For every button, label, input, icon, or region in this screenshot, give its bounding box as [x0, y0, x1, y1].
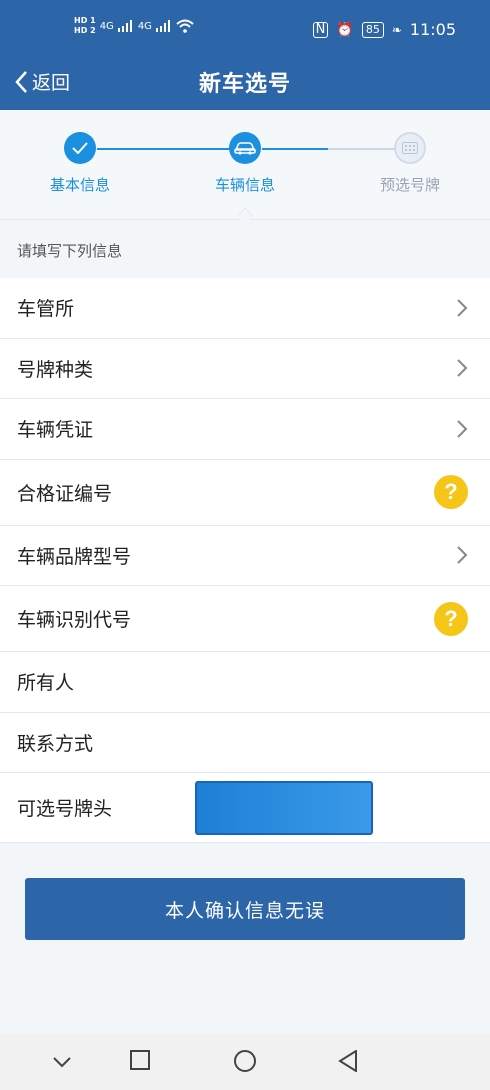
chevron-left-icon — [15, 70, 27, 93]
row-owner[interactable]: 所有人 — [0, 652, 490, 713]
row-label: 车辆品牌型号 — [17, 545, 132, 568]
row-label: 号牌种类 — [17, 358, 94, 381]
chevron-right-icon — [457, 299, 468, 317]
row-plate-type[interactable]: 号牌种类 — [0, 339, 490, 399]
step-label: 预选号牌 — [379, 176, 440, 194]
step-vehicle-info: 车辆信息 — [190, 132, 300, 195]
system-nav-bar — [0, 1034, 490, 1090]
plate-icon — [394, 132, 426, 164]
clock: 11:05 — [409, 20, 456, 39]
help-icon[interactable]: ? — [434, 601, 468, 636]
battery-level: 85 — [361, 21, 384, 38]
chevron-down-icon[interactable] — [52, 1056, 72, 1068]
network-label-1: 4G — [99, 20, 114, 32]
row-vin[interactable]: 车辆识别代号 ? — [0, 586, 490, 652]
nfc-icon: N — [312, 21, 329, 38]
wifi-icon — [176, 19, 194, 33]
step-basic-info: 基本信息 — [25, 132, 135, 195]
status-right: N ⏰ 85 ❧ 11:05 — [312, 20, 456, 39]
hd2-badge: HD 2 — [74, 26, 96, 35]
form-list: 车管所 号牌种类 车辆凭证 合格证编号 ? 车辆品牌型号 车辆识别代号 ? 所有… — [0, 278, 490, 843]
step-label: 基本信息 — [49, 176, 110, 194]
chevron-right-icon — [457, 546, 468, 564]
page-title: 新车选号 — [198, 72, 291, 97]
confirm-button[interactable]: 本人确认信息无误 — [25, 878, 465, 940]
back-button[interactable]: 返回 — [14, 68, 70, 95]
row-brand-model[interactable]: 车辆品牌型号 — [0, 526, 490, 586]
chevron-right-icon — [457, 420, 468, 438]
step-plate-preselect: 预选号牌 — [355, 132, 465, 195]
row-plate-prefix[interactable]: 可选号牌头 — [0, 773, 490, 843]
signal-icon — [117, 20, 132, 32]
back-label: 返回 — [32, 72, 71, 94]
network-label-2: 4G — [137, 20, 152, 32]
row-contact[interactable]: 联系方式 — [0, 713, 490, 773]
app-header: HD 1 HD 2 4G 4G N ⏰ 85 ❧ 11:05 新车选号 返回 — [0, 0, 490, 110]
nav-bar: 新车选号 返回 — [0, 62, 490, 110]
row-vehicle-certificate[interactable]: 车辆凭证 — [0, 399, 490, 460]
help-icon[interactable]: ? — [434, 475, 468, 509]
status-left: HD 1 HD 2 4G 4G — [74, 16, 194, 36]
home-icon[interactable] — [233, 1049, 257, 1073]
row-label: 联系方式 — [17, 732, 94, 755]
row-label: 车辆凭证 — [17, 419, 94, 442]
row-label: 所有人 — [17, 672, 75, 695]
signal-icon — [155, 20, 170, 32]
recent-apps-icon[interactable] — [130, 1050, 150, 1070]
car-icon — [229, 132, 261, 164]
row-label: 车管所 — [17, 298, 75, 321]
chevron-right-icon — [457, 359, 468, 377]
leaf-icon: ❧ — [391, 22, 402, 37]
row-certificate-number[interactable]: 合格证编号 ? — [0, 460, 490, 526]
hd-badges: HD 1 HD 2 — [74, 16, 96, 36]
status-bar: HD 1 HD 2 4G 4G N ⏰ 85 ❧ 11:05 — [0, 0, 490, 62]
row-label: 可选号牌头 — [17, 798, 113, 820]
row-vehicle-office[interactable]: 车管所 — [0, 278, 490, 339]
step-label: 车辆信息 — [214, 176, 275, 194]
alarm-icon: ⏰ — [336, 21, 354, 38]
hd1-badge: HD 1 — [74, 16, 96, 25]
row-label: 合格证编号 — [17, 482, 113, 505]
row-label: 车辆识别代号 — [17, 609, 132, 631]
back-nav-icon[interactable] — [338, 1050, 358, 1072]
section-title: 请填写下列信息 — [17, 242, 123, 260]
plate-prefix-selector[interactable] — [195, 781, 373, 835]
check-icon — [64, 132, 96, 164]
